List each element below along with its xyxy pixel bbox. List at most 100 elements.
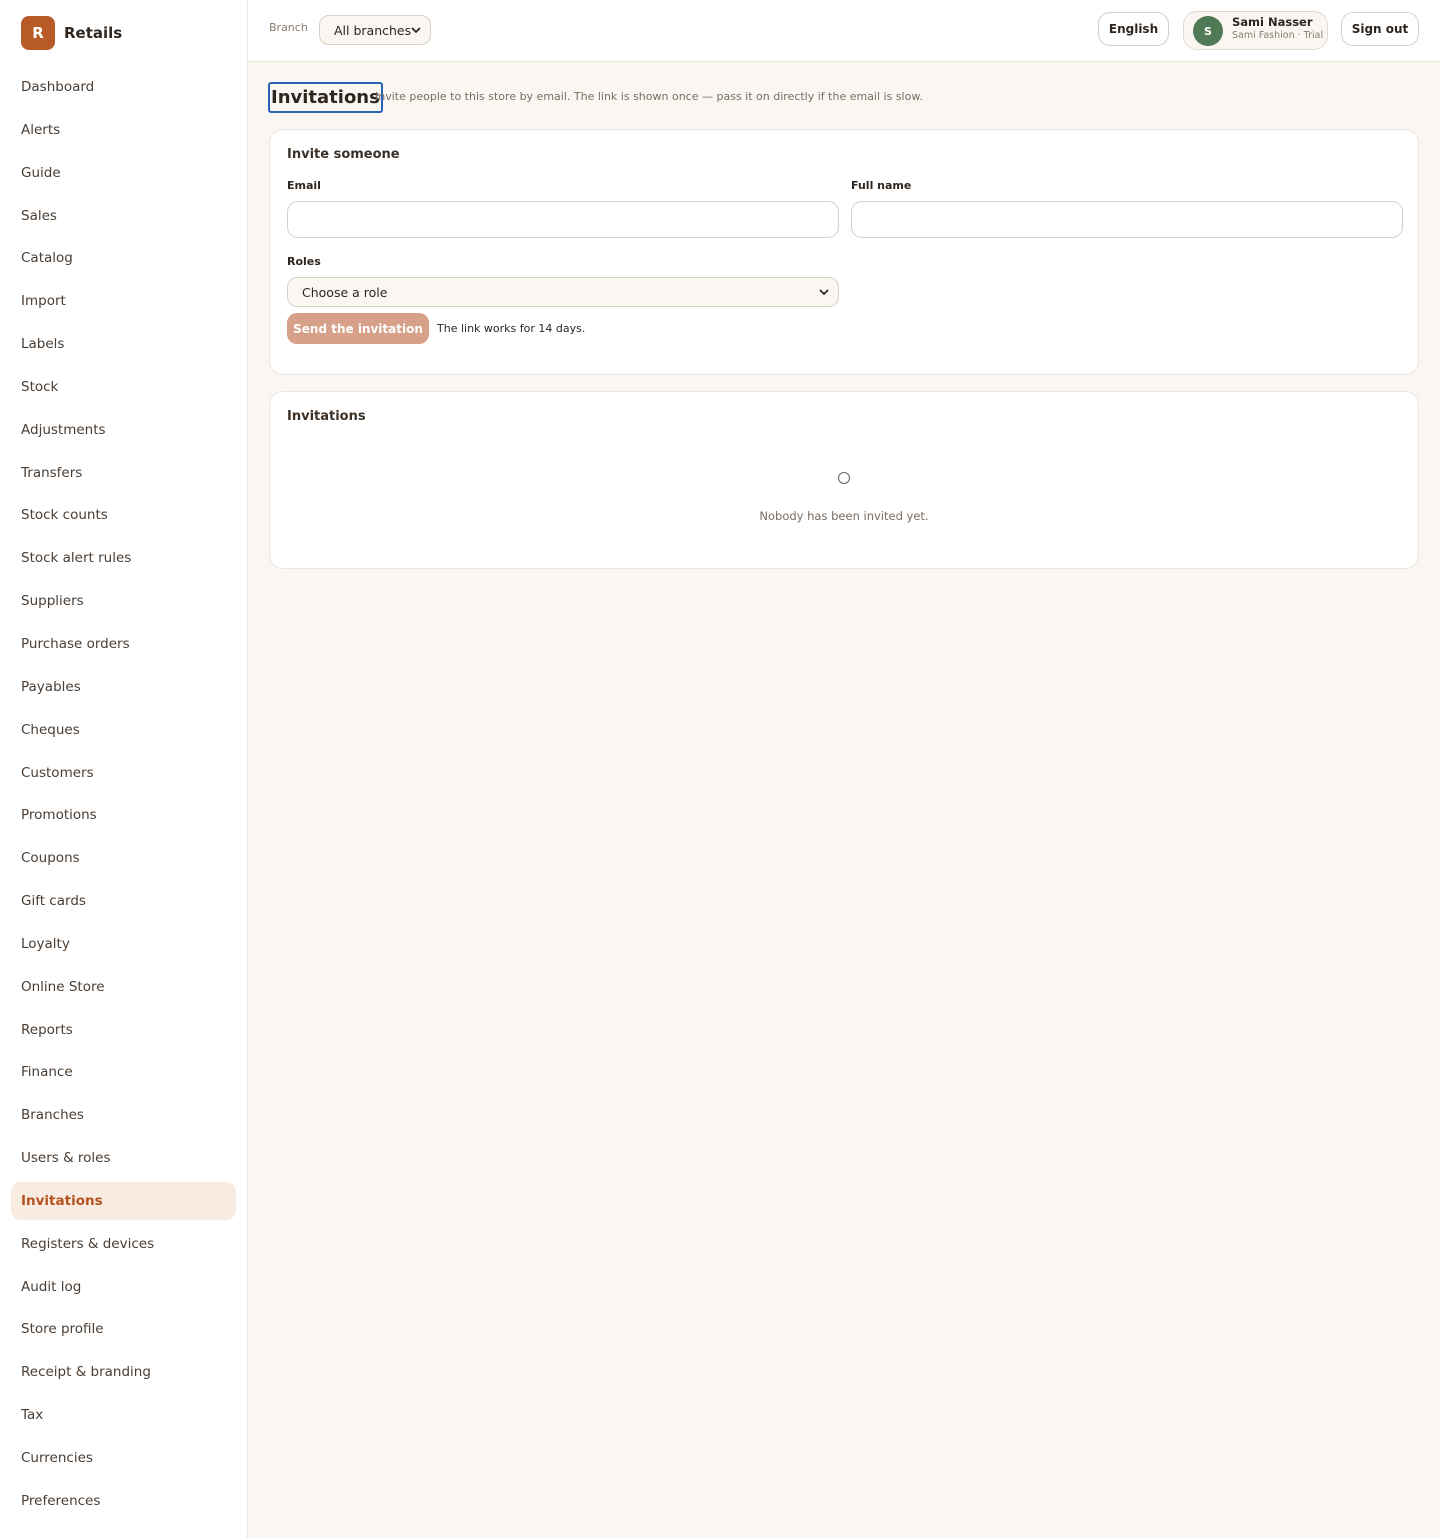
sidebar-item-label: Reports xyxy=(21,1021,73,1038)
sidebar-item-currencies[interactable]: Currencies xyxy=(11,1439,236,1477)
invitations-card-title: Invitations xyxy=(287,409,366,424)
page-subtitle: Invite people to this store by email. Th… xyxy=(375,90,923,103)
sidebar-item-guide[interactable]: Guide xyxy=(11,154,236,192)
sidebar-item-invitations[interactable]: Invitations xyxy=(11,1181,236,1220)
sidebar-item-label: Audit log xyxy=(21,1278,82,1295)
sidebar-item-label: Stock counts xyxy=(21,507,108,524)
sidebar-item-label: Finance xyxy=(21,1064,73,1081)
sign-out-button[interactable]: Sign out xyxy=(1341,12,1419,46)
sidebar-item-label: Store profile xyxy=(21,1321,104,1338)
sidebar-item-online-store[interactable]: Online Store xyxy=(11,968,236,1006)
sidebar-item-label: Registers & devices xyxy=(21,1235,155,1252)
brand-name: Retails xyxy=(64,24,123,42)
user-subtitle: Sami Fashion · Trial xyxy=(1232,30,1324,41)
sidebar-item-tax[interactable]: Tax xyxy=(11,1396,236,1434)
sidebar-item-branches[interactable]: Branches xyxy=(11,1096,236,1134)
sidebar-item-label: Sales xyxy=(21,207,57,224)
sidebar-item-label: Import xyxy=(21,293,66,310)
invitations-card: Invitations Nobody has been invited yet. xyxy=(269,391,1419,569)
sidebar-item-label: Gift cards xyxy=(21,893,86,910)
chevron-down-icon xyxy=(411,27,421,33)
sidebar-item-label: Branches xyxy=(21,1107,84,1124)
sidebar-item-alerts[interactable]: Alerts xyxy=(11,111,236,149)
sidebar-item-adjustments[interactable]: Adjustments xyxy=(11,411,236,449)
sidebar-item-label: Purchase orders xyxy=(21,635,130,652)
branch-select[interactable]: All branches xyxy=(319,15,431,45)
sidebar-item-label: Guide xyxy=(21,164,61,181)
sidebar-item-preferences[interactable]: Preferences xyxy=(11,1482,236,1520)
page-title: Invitations xyxy=(268,82,383,113)
roles-select-value: Choose a role xyxy=(302,284,388,300)
sidebar-item-label: Tax xyxy=(21,1407,44,1424)
sidebar-item-reports[interactable]: Reports xyxy=(11,1011,236,1049)
sidebar-item-stock-alert-rules[interactable]: Stock alert rules xyxy=(11,539,236,577)
sidebar-item-dashboard[interactable]: Dashboard xyxy=(11,68,236,106)
sidebar-item-label: Coupons xyxy=(21,850,80,867)
sidebar: R Retails Dashboard Alerts Guide Sales Catal… xyxy=(0,0,248,1538)
sidebar-item-gift-cards[interactable]: Gift cards xyxy=(11,882,236,920)
brand-logo: R xyxy=(21,16,55,50)
sidebar-item-catalog[interactable]: Catalog xyxy=(11,239,236,277)
roles-select[interactable]: Choose a role xyxy=(287,277,839,307)
sidebar-item-suppliers[interactable]: Suppliers xyxy=(11,582,236,620)
sidebar-item-audit-log[interactable]: Audit log xyxy=(11,1268,236,1306)
sidebar-item-label: Stock xyxy=(21,378,59,395)
sidebar-item-import[interactable]: Import xyxy=(11,282,236,320)
sidebar-item-label: Receipt & branding xyxy=(21,1364,151,1381)
sidebar-nav: Dashboard Alerts Guide Sales Catalog Import La… xyxy=(11,68,236,1525)
sidebar-item-label: Preferences xyxy=(21,1492,101,1509)
sidebar-item-cheques[interactable]: Cheques xyxy=(11,711,236,749)
email-label: Email xyxy=(287,179,321,192)
invite-card: Invite someone Email Full name Roles Cho… xyxy=(269,129,1419,375)
sidebar-item-label: Users & roles xyxy=(21,1150,111,1167)
sidebar-item-transfers[interactable]: Transfers xyxy=(11,454,236,492)
sidebar-item-store-profile[interactable]: Store profile xyxy=(11,1310,236,1348)
link-expiry-hint: The link works for 14 days. xyxy=(437,322,586,335)
sidebar-item-label: Loyalty xyxy=(21,935,70,952)
sidebar-item-promotions[interactable]: Promotions xyxy=(11,796,236,834)
sidebar-item-label: Stock alert rules xyxy=(21,550,132,567)
sidebar-item-label: Currencies xyxy=(21,1450,93,1466)
sidebar-item-stock-counts[interactable]: Stock counts xyxy=(11,496,236,534)
sidebar-item-label: Customers xyxy=(21,764,94,781)
full-name-label: Full name xyxy=(851,179,912,192)
send-invitation-button[interactable]: Send the invitation xyxy=(287,313,429,344)
sidebar-item-registers-devices[interactable]: Registers & devices xyxy=(11,1225,236,1263)
chevron-down-icon xyxy=(819,289,829,295)
sidebar-item-stock[interactable]: Stock xyxy=(11,368,236,406)
sidebar-item-labels[interactable]: Labels xyxy=(11,325,236,363)
sidebar-item-finance[interactable]: Finance xyxy=(11,1053,236,1091)
sidebar-item-label: Online Store xyxy=(21,978,105,995)
sidebar-item-sales[interactable]: Sales xyxy=(11,197,236,235)
sidebar-item-label: Promotions xyxy=(21,807,97,824)
top-bar: Branch All branches English S Sami Nasse… xyxy=(248,0,1440,62)
sidebar-item-label: Adjustments xyxy=(21,421,106,438)
sidebar-item-coupons[interactable]: Coupons xyxy=(11,839,236,877)
sidebar-item-label: Cheques xyxy=(21,721,80,738)
circle-icon xyxy=(838,472,850,484)
sidebar-item-label: Dashboard xyxy=(21,79,95,95)
branch-label: Branch xyxy=(269,21,308,34)
language-button[interactable]: English xyxy=(1098,12,1169,46)
branch-select-value: All branches xyxy=(334,22,412,38)
full-name-field[interactable] xyxy=(851,201,1403,238)
sidebar-item-label: Suppliers xyxy=(21,593,84,610)
sidebar-item-label: Alerts xyxy=(21,121,61,138)
roles-label: Roles xyxy=(287,255,321,268)
sidebar-item-label: Payables xyxy=(21,678,81,695)
user-name: Sami Nasser xyxy=(1232,15,1313,29)
sidebar-item-payables[interactable]: Payables xyxy=(11,668,236,706)
sidebar-item-label: Catalog xyxy=(21,250,73,267)
sidebar-item-purchase-orders[interactable]: Purchase orders xyxy=(11,625,236,663)
user-menu[interactable]: S Sami Nasser Sami Fashion · Trial xyxy=(1183,11,1328,50)
sidebar-item-customers[interactable]: Customers xyxy=(11,754,236,792)
sidebar-item-receipt-branding[interactable]: Receipt & branding xyxy=(11,1353,236,1391)
invite-card-title: Invite someone xyxy=(287,147,400,162)
brand[interactable]: R Retails xyxy=(21,16,122,50)
avatar: S xyxy=(1193,16,1223,46)
sidebar-item-users-roles[interactable]: Users & roles xyxy=(11,1139,236,1177)
sidebar-item-loyalty[interactable]: Loyalty xyxy=(11,925,236,963)
email-field[interactable] xyxy=(287,201,839,238)
empty-state-text: Nobody has been invited yet. xyxy=(759,509,929,523)
sidebar-item-label: Labels xyxy=(21,336,65,353)
